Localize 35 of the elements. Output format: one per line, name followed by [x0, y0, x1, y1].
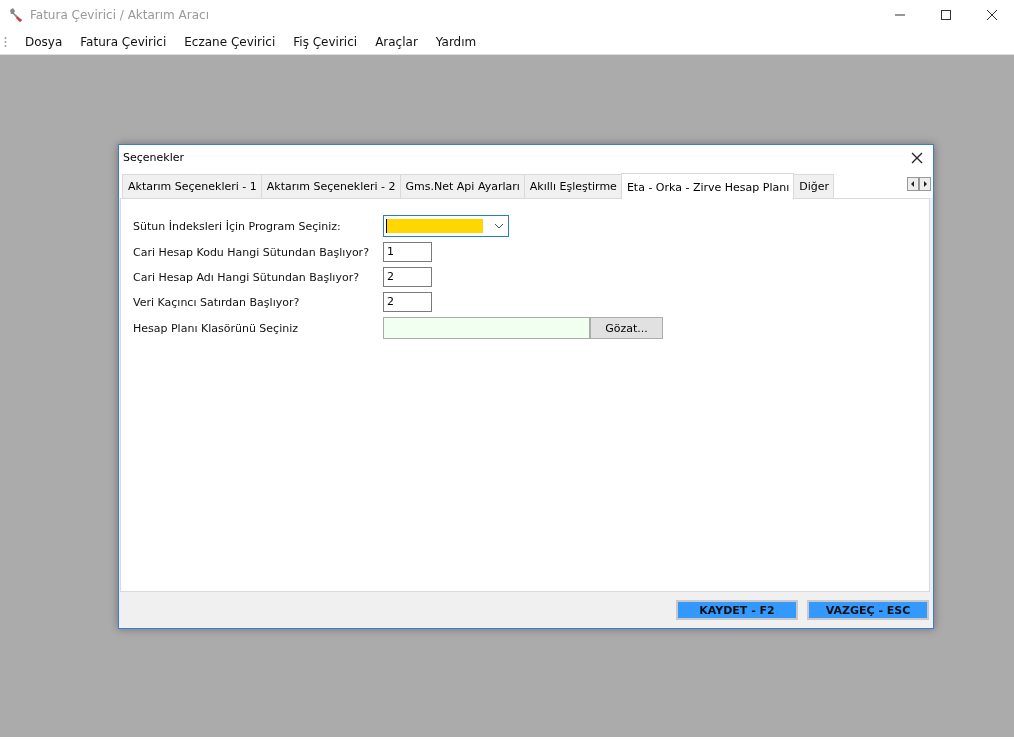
- maximize-icon[interactable]: [940, 9, 952, 21]
- menu-item[interactable]: Yardım: [435, 35, 477, 49]
- tab[interactable]: Aktarım Seçenekleri - 1: [122, 174, 262, 198]
- folder-path-field[interactable]: [383, 317, 590, 339]
- tab[interactable]: Diğer: [793, 174, 835, 198]
- program-dropdown[interactable]: [383, 215, 509, 237]
- scroll-right-icon[interactable]: [919, 177, 931, 191]
- close-icon[interactable]: [986, 9, 998, 21]
- close-icon[interactable]: [911, 151, 923, 164]
- window-title: Fatura Çevirici / Aktarım Aracı: [30, 8, 210, 22]
- input-field[interactable]: 2: [383, 292, 432, 312]
- menu-item[interactable]: Fiş Çevirici: [293, 35, 358, 49]
- tab[interactable]: Eta - Orka - Zirve Hesap Planı: [620, 173, 795, 199]
- menu-item[interactable]: Fatura Çevirici: [80, 35, 167, 49]
- field-label: Cari Hesap Kodu Hangi Sütundan Başlıyor?: [133, 245, 369, 259]
- action-button[interactable]: KAYDET - F2: [676, 600, 798, 620]
- field-label: Sütun İndeksleri İçin Program Seçiniz:: [133, 219, 341, 233]
- wrench-icon: [8, 7, 24, 23]
- tab[interactable]: Akıllı Eşleştirme: [523, 174, 622, 198]
- menu-item[interactable]: Dosya: [25, 35, 63, 49]
- input-field[interactable]: 2: [383, 267, 432, 287]
- field-label: Hesap Planı Klasörünü Seçiniz: [133, 321, 298, 335]
- menu-item[interactable]: Eczane Çevirici: [184, 35, 276, 49]
- menu-item[interactable]: Araçlar: [375, 35, 418, 49]
- field-label: Veri Kaçıncı Satırdan Başlıyor?: [133, 295, 300, 309]
- tab[interactable]: Aktarım Seçenekleri - 2: [260, 174, 401, 198]
- grip-icon: [4, 36, 7, 48]
- field-label: Cari Hesap Adı Hangi Sütundan Başlıyor?: [133, 270, 359, 284]
- dialog-title: Seçenekler: [123, 151, 185, 164]
- scroll-left-icon[interactable]: [907, 177, 919, 191]
- input-field[interactable]: 1: [383, 242, 432, 262]
- tab[interactable]: Gms.Net Api Ayarları: [399, 174, 525, 198]
- action-button[interactable]: VAZGEÇ - ESC: [807, 600, 929, 620]
- chevron-down-icon: [494, 223, 504, 229]
- browse-button[interactable]: Gözat...: [590, 317, 663, 339]
